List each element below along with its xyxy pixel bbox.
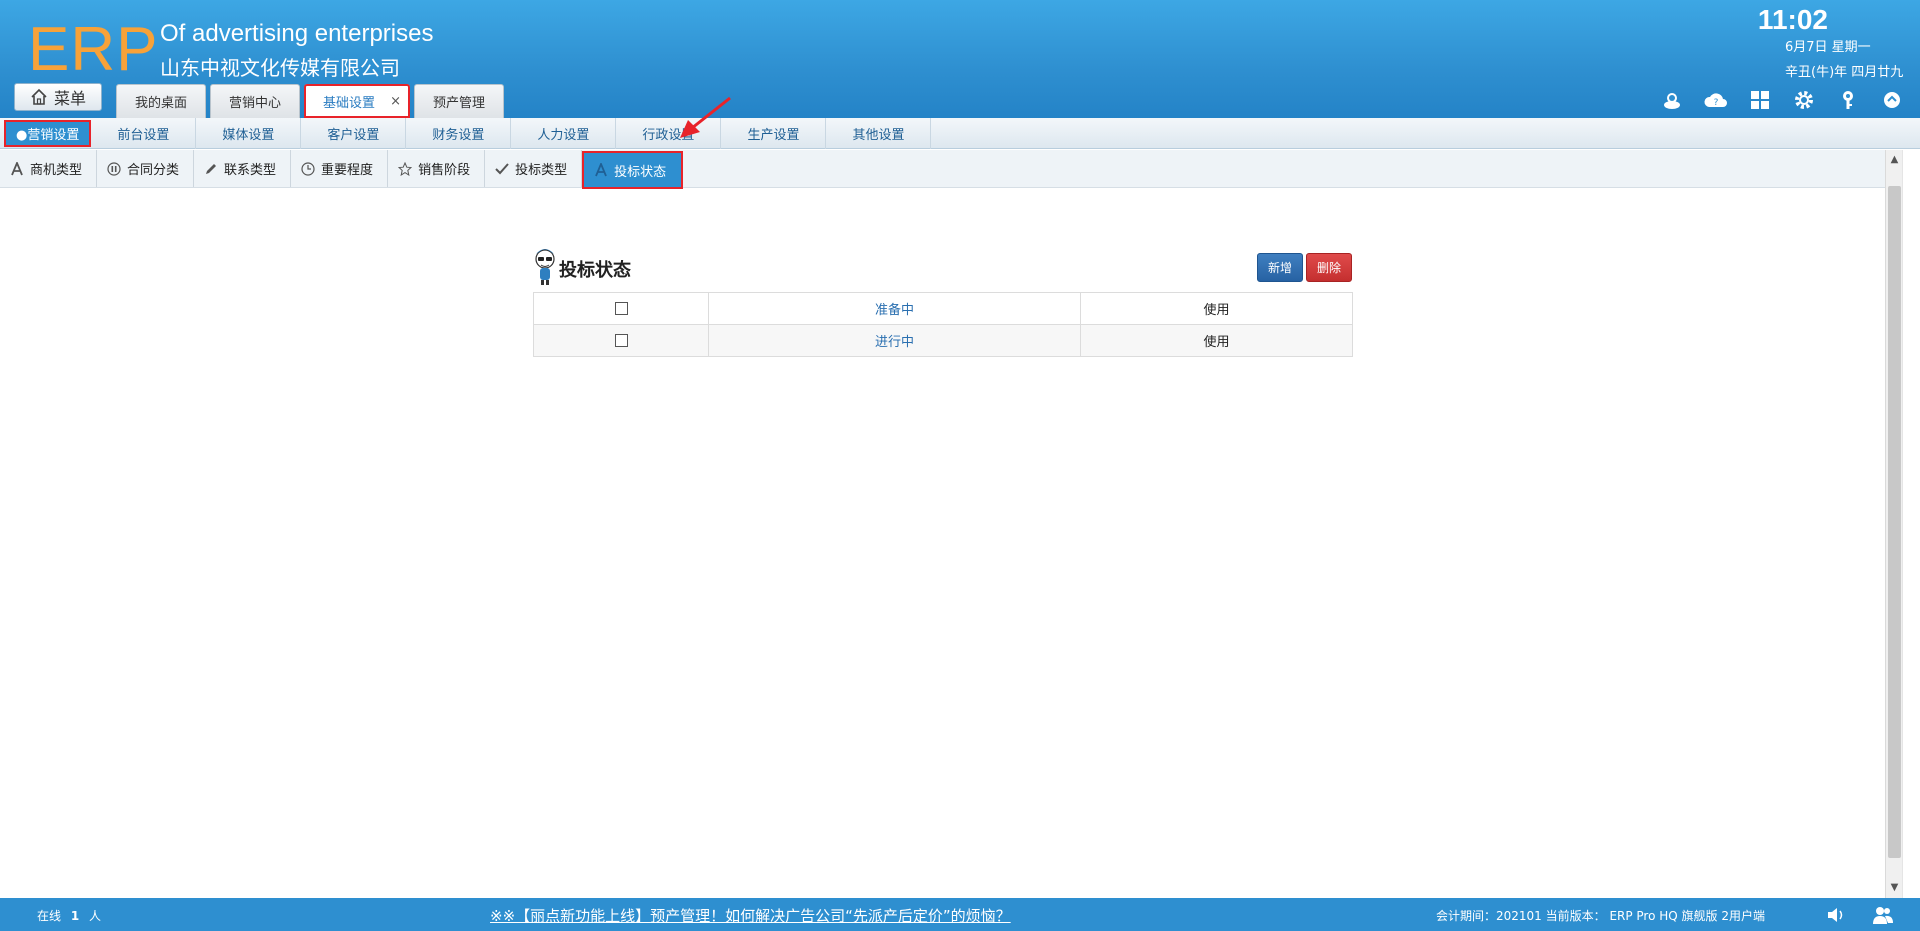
nav-label: 重要程度 bbox=[321, 163, 374, 178]
status-usage-cell: 使用 bbox=[1080, 292, 1353, 325]
menu-label: 菜单 bbox=[53, 89, 86, 108]
table-row: 进行中 使用 bbox=[533, 324, 1353, 357]
row-checkbox[interactable] bbox=[614, 334, 628, 347]
erp-logo: ERP bbox=[28, 15, 159, 84]
main-tabs: 我的桌面 营销中心 基础设置 × 预产管理 bbox=[116, 84, 505, 118]
nav-label: 投标状态 bbox=[614, 164, 667, 180]
tab-label: 预产管理 bbox=[433, 96, 486, 111]
nav-contact-type[interactable]: 联系类型 bbox=[194, 150, 292, 187]
app-header: ERP Of advertising enterprises 山东中视文化传媒有… bbox=[0, 0, 1920, 118]
online-prefix: 在线 bbox=[37, 909, 62, 923]
header-toolbar: ? bbox=[1660, 88, 1904, 112]
status-name-cell[interactable]: 准备中 bbox=[708, 292, 1081, 325]
home-icon bbox=[31, 88, 47, 105]
annotation-arrow bbox=[680, 96, 731, 138]
subnav-other-settings[interactable]: 其他设置 bbox=[826, 117, 932, 149]
nav-opportunity-type[interactable]: 商机类型 bbox=[0, 150, 98, 187]
lunar-date: 辛丑(牛)年 四月廿九 bbox=[1785, 65, 1904, 80]
users-icon[interactable] bbox=[1872, 904, 1894, 926]
status-bar: 在线 1 人 ※※【丽点新功能上线】预产管理！如何解决广告公司“先派产后定价”的… bbox=[0, 898, 1920, 931]
pencil-icon bbox=[206, 163, 217, 174]
status-usage-cell: 使用 bbox=[1080, 324, 1353, 357]
clock-time: 11:02 bbox=[1757, 4, 1828, 35]
bid-status-panel: 投标状态 新增 删除 准备中 使用 进行中 使用 bbox=[533, 246, 1353, 357]
nav-importance[interactable]: 重要程度 bbox=[291, 150, 389, 187]
row-select-cell bbox=[533, 324, 709, 357]
user-status-icon[interactable] bbox=[1660, 88, 1684, 112]
pause-circle-icon bbox=[107, 161, 121, 176]
scrollbar-thumb[interactable] bbox=[1888, 186, 1901, 858]
nav-bid-status[interactable]: 投标状态 bbox=[582, 151, 684, 189]
version-info: 会计期间：202101 当前版本： ERP Pro HQ 旗舰版 2用户端 bbox=[1436, 909, 1765, 923]
online-count: 1 bbox=[70, 909, 80, 923]
tab-label: 营销中心 bbox=[229, 96, 282, 111]
tab-basic-settings[interactable]: 基础设置 × bbox=[304, 84, 411, 118]
add-button[interactable]: 新增 bbox=[1257, 253, 1303, 282]
check-icon bbox=[495, 162, 509, 174]
settings-subnav: ●营销设置 前台设置 媒体设置 客户设置 财务设置 人力设置 行政设置 生产设置… bbox=[0, 117, 1920, 149]
key-icon[interactable] bbox=[1836, 88, 1860, 112]
status-name-cell[interactable]: 进行中 bbox=[708, 324, 1081, 357]
subnav-hr-settings[interactable]: 人力设置 bbox=[511, 117, 617, 149]
clock-icon bbox=[301, 161, 315, 176]
collapse-up-icon[interactable] bbox=[1880, 88, 1904, 112]
subnav-production-settings[interactable]: 生产设置 bbox=[721, 117, 827, 149]
letter-a-icon bbox=[595, 163, 607, 177]
subnav-marketing-settings[interactable]: ●营销设置 bbox=[4, 119, 92, 147]
bid-status-table: 准备中 使用 进行中 使用 bbox=[533, 292, 1353, 357]
marketing-settings-nav: 商机类型 合同分类 联系类型 重要程度 销售阶段 投标类型 投标状态 bbox=[0, 150, 1885, 189]
table-row: 准备中 使用 bbox=[533, 292, 1353, 325]
nav-label: 联系类型 bbox=[224, 163, 277, 178]
subnav-front-desk-settings[interactable]: 前台设置 bbox=[91, 117, 197, 149]
star-icon bbox=[398, 161, 413, 176]
company-name-cn: 山东中视文化传媒有限公司 bbox=[160, 56, 400, 80]
menu-button[interactable]: 菜单 bbox=[14, 83, 102, 111]
tab-label: 基础设置 bbox=[323, 96, 376, 111]
nav-label: 投标类型 bbox=[515, 163, 568, 178]
grid-apps-icon[interactable] bbox=[1748, 88, 1772, 112]
scroll-down-icon[interactable]: ▼ bbox=[1889, 882, 1900, 893]
vertical-scrollbar[interactable]: ▲ ▼ bbox=[1885, 150, 1902, 898]
tab-marketing-center[interactable]: 营销中心 bbox=[210, 84, 301, 118]
company-name-en: Of advertising enterprises bbox=[160, 20, 434, 47]
clock-date: 6月7日 星期一 bbox=[1785, 40, 1871, 55]
mascot-icon bbox=[535, 249, 555, 285]
panel-header: 投标状态 新增 删除 bbox=[533, 246, 1353, 292]
speaker-icon[interactable] bbox=[1826, 904, 1848, 926]
delete-button[interactable]: 删除 bbox=[1306, 253, 1352, 282]
right-edge bbox=[1902, 150, 1920, 898]
letter-a-icon bbox=[11, 161, 23, 175]
close-icon[interactable]: × bbox=[390, 94, 401, 109]
nav-label: 销售阶段 bbox=[418, 163, 471, 178]
notice-link[interactable]: ※※【丽点新功能上线】预产管理！如何解决广告公司“先派产后定价”的烦恼？ bbox=[490, 905, 1011, 926]
tab-my-desktop[interactable]: 我的桌面 bbox=[116, 84, 207, 118]
tab-label: 我的桌面 bbox=[135, 96, 188, 111]
online-users: 在线 1 人 bbox=[37, 907, 101, 924]
nav-sales-stage[interactable]: 销售阶段 bbox=[388, 150, 486, 187]
cloud-help-icon[interactable]: ? bbox=[1704, 88, 1728, 112]
footer-toolbar bbox=[1826, 904, 1894, 926]
nav-bid-type[interactable]: 投标类型 bbox=[485, 150, 583, 187]
nav-contract-category[interactable]: 合同分类 bbox=[97, 150, 195, 187]
nav-label: 商机类型 bbox=[30, 163, 83, 178]
nav-label: 合同分类 bbox=[127, 163, 180, 178]
subnav-media-settings[interactable]: 媒体设置 bbox=[196, 117, 302, 149]
row-select-cell bbox=[533, 292, 709, 325]
row-checkbox[interactable] bbox=[614, 302, 628, 315]
panel-title: 投标状态 bbox=[559, 260, 631, 281]
tab-preproduction[interactable]: 预产管理 bbox=[414, 84, 505, 118]
svg-text:?: ? bbox=[1714, 98, 1719, 108]
gear-icon[interactable] bbox=[1792, 88, 1816, 112]
online-suffix: 人 bbox=[89, 909, 102, 923]
subnav-finance-settings[interactable]: 财务设置 bbox=[406, 117, 512, 149]
scroll-up-icon[interactable]: ▲ bbox=[1889, 154, 1900, 165]
subnav-customer-settings[interactable]: 客户设置 bbox=[301, 117, 407, 149]
